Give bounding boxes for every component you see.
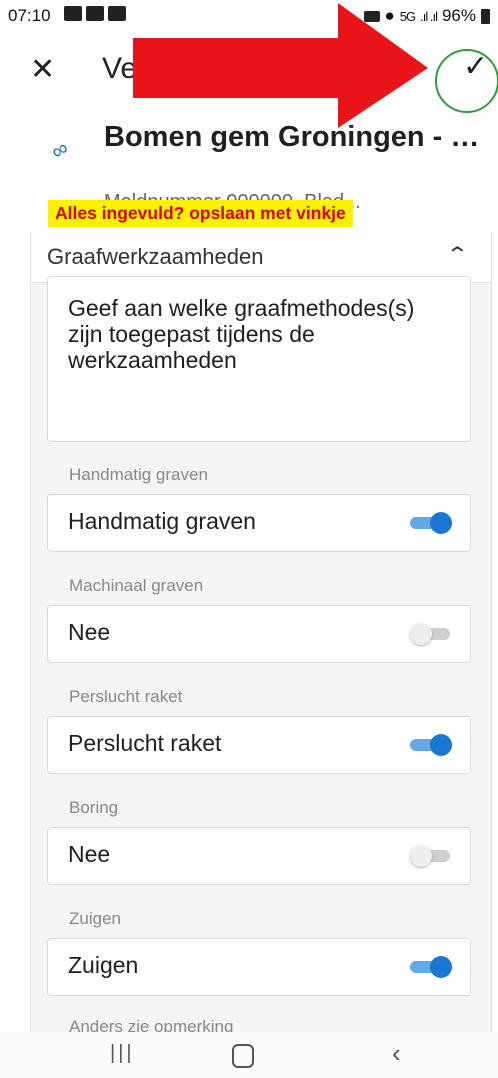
annotation-banner: Alles ingevuld? opslaan met vinkje bbox=[48, 200, 353, 227]
toggle-switch[interactable] bbox=[410, 845, 454, 867]
field-value: Zuigen bbox=[68, 952, 139, 978]
field-value: Nee bbox=[68, 619, 111, 645]
info-text: Geef aan welke graafmethodes(s) zijn toe… bbox=[68, 295, 415, 373]
field-label-machinaal: Machinaal graven bbox=[69, 576, 204, 595]
field-perslucht-raket[interactable]: Perslucht raket bbox=[47, 716, 471, 774]
field-label-zuigen: Zuigen bbox=[69, 909, 121, 928]
back-icon[interactable]: ‹ bbox=[392, 1038, 401, 1069]
chevron-up-icon[interactable]: ⌃ bbox=[446, 242, 469, 267]
field-value: Handmatig graven bbox=[68, 508, 256, 534]
field-label-anders: Anders zie opmerking bbox=[69, 1017, 234, 1032]
field-label-boring: Boring bbox=[69, 798, 119, 817]
toggle-switch[interactable] bbox=[410, 623, 454, 645]
field-zuigen[interactable]: Zuigen bbox=[47, 938, 471, 996]
field-label-handmatig: Handmatig graven bbox=[69, 465, 208, 484]
toggle-switch[interactable] bbox=[410, 734, 454, 756]
home-icon[interactable] bbox=[232, 1044, 254, 1068]
annotation-arrow-icon bbox=[133, 3, 428, 128]
system-nav-bar: ||| ‹ bbox=[0, 1032, 498, 1078]
field-handmatig-graven[interactable]: Handmatig graven bbox=[47, 494, 471, 552]
form-content: Graafwerkzaamheden ⌃ Geef aan welke graa… bbox=[30, 232, 492, 1032]
field-boring[interactable]: Nee bbox=[47, 827, 471, 885]
toggle-switch[interactable] bbox=[410, 956, 454, 978]
field-value: Nee bbox=[68, 841, 111, 867]
recent-apps-icon[interactable]: ||| bbox=[110, 1042, 135, 1065]
info-card: Geef aan welke graafmethodes(s) zijn toe… bbox=[47, 276, 471, 442]
field-machinaal-graven[interactable]: Nee bbox=[47, 605, 471, 663]
toggle-switch[interactable] bbox=[410, 512, 454, 534]
field-label-perslucht: Perslucht raket bbox=[69, 687, 183, 706]
field-value: Perslucht raket bbox=[68, 730, 222, 756]
section-title: Graafwerkzaamheden bbox=[47, 244, 264, 269]
